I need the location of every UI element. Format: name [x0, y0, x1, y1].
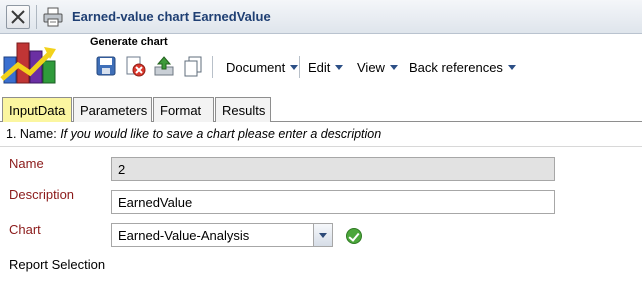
- chevron-down-icon: [507, 65, 516, 70]
- upload-icon[interactable]: [153, 55, 175, 77]
- menu-back-references-label: Back references: [409, 60, 503, 75]
- chart-select-value: Earned-Value-Analysis: [118, 228, 250, 243]
- tab-results[interactable]: Results: [215, 97, 271, 122]
- step-prefix: 1. Name:: [6, 127, 61, 141]
- window-title: Earned-value chart EarnedValue: [72, 9, 271, 24]
- close-icon[interactable]: [6, 5, 30, 29]
- tab-parameters-label: Parameters: [80, 103, 148, 118]
- save-icon[interactable]: [95, 55, 117, 77]
- window-titlebar: Earned-value chart EarnedValue: [0, 0, 642, 34]
- step-hint: If you would like to save a chart please…: [60, 127, 382, 141]
- name-label: Name: [9, 156, 44, 171]
- chart-select[interactable]: Earned-Value-Analysis: [111, 223, 333, 247]
- tab-inputdata-label: InputData: [9, 103, 66, 118]
- menu-view-label: View: [357, 60, 385, 75]
- toolbar: Document Edit View Back references: [88, 52, 642, 82]
- titlebar-divider: [36, 5, 37, 29]
- menu-document[interactable]: Document: [226, 60, 299, 75]
- tab-format-label: Format: [160, 103, 202, 118]
- toolbar-divider: [299, 56, 300, 78]
- chart-logo-icon: [0, 35, 60, 87]
- menu-back-references[interactable]: Back references: [409, 60, 516, 75]
- chevron-down-icon[interactable]: [313, 224, 332, 246]
- description-field[interactable]: EarnedValue: [111, 190, 555, 214]
- section-label: Generate chart: [90, 36, 168, 48]
- chevron-down-icon: [389, 65, 398, 70]
- copy-icon[interactable]: [182, 55, 204, 77]
- menu-view[interactable]: View: [357, 60, 398, 75]
- name-field: 2: [111, 157, 555, 181]
- menu-edit[interactable]: Edit: [308, 60, 344, 75]
- description-label: Description: [9, 187, 75, 202]
- tab-parameters[interactable]: Parameters: [73, 97, 152, 122]
- chart-label: Chart: [9, 222, 41, 237]
- tab-strip: InputData Parameters Format Results: [0, 96, 642, 122]
- menu-edit-label: Edit: [308, 60, 331, 75]
- delete-icon[interactable]: [124, 55, 146, 77]
- toolbar-divider: [212, 56, 213, 78]
- chevron-down-icon: [290, 65, 299, 70]
- menu-document-label: Document: [226, 60, 286, 75]
- tab-format[interactable]: Format: [153, 97, 214, 122]
- printer-icon[interactable]: [42, 6, 64, 28]
- report-selection-label: Report Selection: [9, 257, 106, 272]
- tab-inputdata[interactable]: InputData: [2, 97, 72, 122]
- chevron-down-icon: [335, 65, 344, 70]
- step-instruction: 1. Name: If you would like to save a cha…: [6, 127, 381, 141]
- tab-results-label: Results: [222, 103, 266, 118]
- check-ok-icon: [346, 228, 362, 244]
